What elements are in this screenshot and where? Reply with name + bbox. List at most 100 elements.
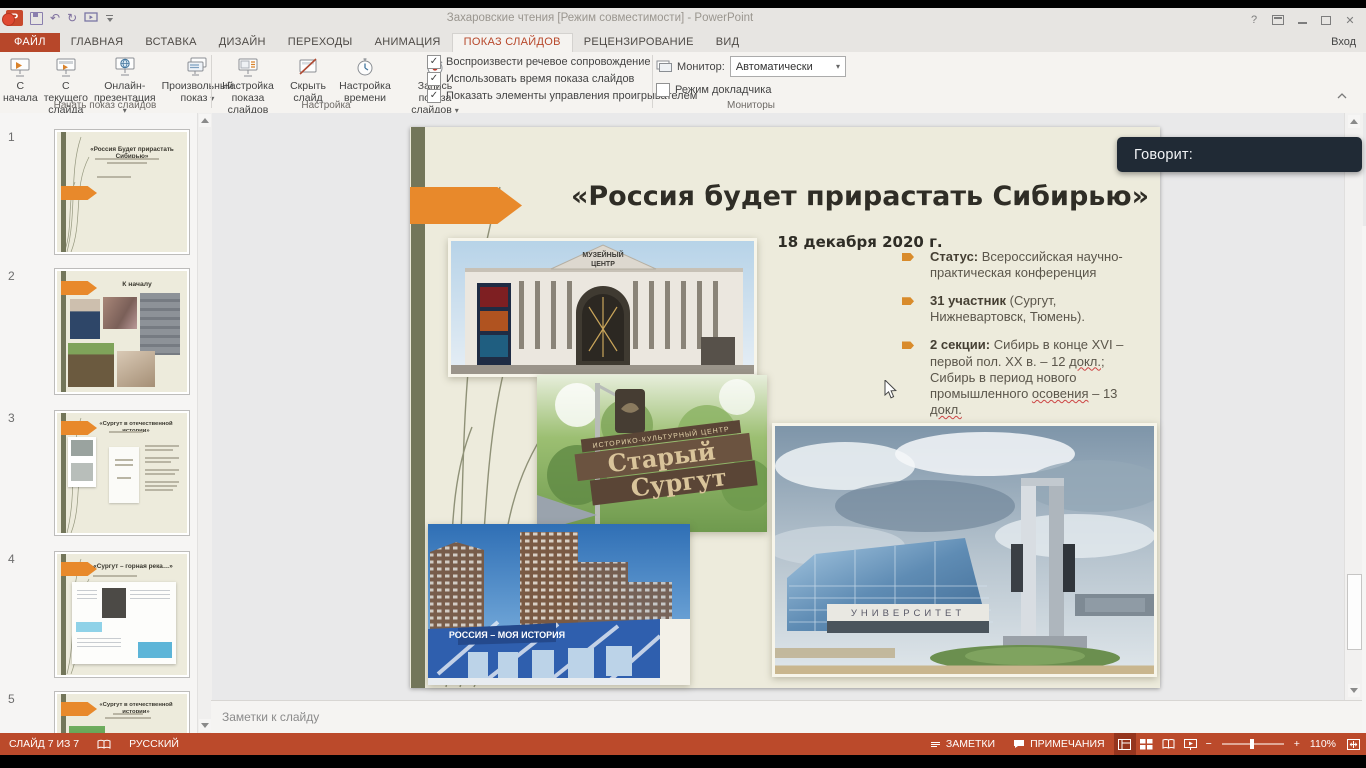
quick-access-toolbar: P ↶ ↻	[6, 10, 114, 26]
tab-design[interactable]: ДИЗАЙН	[208, 33, 277, 52]
slide-thumbnail-3[interactable]: «Сургут в отечественной истории»	[54, 410, 190, 536]
zoom-level[interactable]: 110%	[1304, 733, 1342, 755]
notes-toggle-button[interactable]: ЗАМЕТКИ	[921, 733, 1004, 755]
hide-slide-button[interactable]: Скрыть слайд	[283, 54, 333, 106]
thumbnail-number: 1	[8, 130, 15, 144]
screen-frame: P ↶ ↻ Захаровские чтения [Режим совмести…	[0, 0, 1366, 768]
tab-view[interactable]: ВИД	[705, 33, 751, 52]
tab-insert[interactable]: ВСТАВКА	[134, 33, 207, 52]
slide-thumbnail-1[interactable]: «Россия Будет прирастать Сибирью»	[54, 129, 190, 255]
vertical-scrollbar[interactable]	[1344, 113, 1363, 755]
tab-file[interactable]: ФАЙЛ	[0, 33, 60, 52]
thumbnail-photo	[117, 351, 155, 387]
from-beginning-button[interactable]: С начала	[0, 54, 41, 106]
slide-thumbnail-4[interactable]: «Сургут – горная река…»	[54, 551, 190, 678]
history-park-photo[interactable]: РОССИЯ – МОЯ ИСТОРИЯ	[428, 524, 690, 685]
svg-text:МУЗЕЙНЫЙ: МУЗЕЙНЫЙ	[582, 250, 623, 259]
slide-canvas[interactable]: «Россия будет прирастать Сибирью» 18 дек…	[410, 127, 1160, 688]
scroll-down-button[interactable]	[199, 719, 211, 732]
redo-icon[interactable]: ↻	[67, 12, 77, 24]
close-button[interactable]: ✕	[1338, 8, 1362, 32]
thumbnail-slide: «Россия Будет прирастать Сибирью»	[57, 132, 187, 252]
checkbox-label: Воспроизвести речевое сопровождение	[446, 56, 651, 68]
group-label: Начать показ слайдов	[0, 100, 210, 111]
restore-button[interactable]	[1314, 8, 1338, 32]
monitor-dropdown[interactable]: Автоматически ▾	[730, 56, 846, 77]
group-separator	[652, 55, 653, 108]
bullet-item[interactable]: 31 участник (Сургут, Нижневартовск, Тюме…	[902, 293, 1152, 325]
language-indicator[interactable]: РУССКИЙ	[120, 733, 188, 755]
thumbnail-photo	[109, 447, 139, 503]
save-icon[interactable]	[30, 12, 43, 25]
thumbnail-photo	[140, 293, 180, 355]
rehearse-timings-button[interactable]: Настройка времени	[333, 54, 397, 106]
slide-title[interactable]: «Россия будет прирастать Сибирью»	[570, 181, 1150, 212]
powerpoint-logo-icon[interactable]: P	[6, 10, 23, 26]
checkbox-presenter-mode[interactable]: Режим докладчика	[656, 83, 846, 97]
status-bar: СЛАЙД 7 ИЗ 7 РУССКИЙ ЗАМЕТКИ ПРИМЕЧАНИЯ	[0, 733, 1366, 755]
thumbnail-number: 5	[8, 692, 15, 706]
checkbox-label: Использовать время показа слайдов	[446, 73, 634, 85]
minimize-button[interactable]	[1290, 8, 1314, 32]
thumbnail-photo	[68, 343, 114, 387]
window-edge	[1362, 226, 1366, 768]
notes-panel[interactable]: Заметки к слайду	[211, 700, 1362, 734]
thumbnail-photo	[72, 582, 176, 664]
bullet-marker-icon	[902, 341, 914, 349]
checkbox-box: ✓	[427, 55, 441, 69]
mouse-cursor	[884, 380, 898, 400]
tab-review[interactable]: РЕЦЕНЗИРОВАНИЕ	[573, 33, 705, 52]
group-start-slideshow: С начала С текущего слайда Онлайн-презен…	[0, 52, 210, 112]
scrollbar-thumb[interactable]	[1347, 574, 1362, 650]
custom-show-icon	[185, 55, 209, 79]
scroll-down-button[interactable]	[1348, 684, 1360, 697]
notes-placeholder: Заметки к слайду	[222, 710, 319, 724]
thumbnail-slide: «Сургут – горная река…»	[57, 554, 187, 675]
play-from-start-icon	[8, 55, 32, 79]
spell-check-icon[interactable]	[88, 733, 120, 755]
old-surgut-sign-photo[interactable]: ИСТОРИКО-КУЛЬТУРНЫЙ ЦЕНТР Старый Сургут	[537, 375, 767, 532]
ribbon-display-options-button[interactable]	[1266, 8, 1290, 32]
slide-thumbnail-2[interactable]: К началу	[54, 268, 190, 395]
thumbnail-slide: «Сургут в отечественной истории»	[57, 413, 187, 533]
tab-slideshow[interactable]: ПОКАЗ СЛАЙДОВ	[452, 33, 573, 52]
sign-in-link[interactable]: Вход	[1331, 36, 1356, 48]
group-label: Настройка	[213, 100, 439, 111]
university-photo[interactable]: УНИВЕРСИТЕТ	[772, 423, 1157, 677]
comments-toggle-button[interactable]: ПРИМЕЧАНИЯ	[1004, 733, 1114, 755]
help-button[interactable]: ?	[1242, 8, 1266, 32]
fit-slide-to-window-button[interactable]	[1342, 733, 1364, 755]
monitor-icon	[656, 60, 672, 74]
slide-indicator: СЛАЙД 7 ИЗ 7	[0, 733, 88, 755]
group-label: Мониторы	[656, 100, 846, 111]
start-slideshow-icon[interactable]	[84, 12, 98, 24]
zoom-in-button[interactable]: +	[1290, 733, 1304, 755]
letterbox-bottom	[0, 755, 1366, 768]
recording-dot-icon	[2, 13, 15, 26]
tab-home[interactable]: ГЛАВНАЯ	[60, 33, 135, 52]
thumbnail-panel-scrollbar[interactable]	[197, 113, 212, 755]
scroll-up-button[interactable]	[1348, 115, 1360, 128]
bullet-item[interactable]: Статус: Всероссийская научно-практическа…	[902, 249, 1152, 281]
bullet-marker-icon	[902, 253, 914, 261]
reading-view-button[interactable]	[1158, 733, 1180, 755]
speaking-indicator-overlay: Говорит:	[1117, 137, 1362, 172]
normal-view-button[interactable]	[1114, 733, 1136, 755]
zoom-out-button[interactable]: −	[1202, 733, 1216, 755]
scroll-up-button[interactable]	[199, 114, 211, 127]
museum-center-photo[interactable]: МУЗЕЙНЫЙ ЦЕНТР	[448, 238, 757, 377]
slideshow-view-button[interactable]	[1180, 733, 1202, 755]
tab-transitions[interactable]: ПЕРЕХОДЫ	[277, 33, 364, 52]
customize-qat-icon[interactable]	[105, 14, 114, 23]
tab-animations[interactable]: АНИМАЦИЯ	[364, 33, 452, 52]
play-from-current-icon	[54, 55, 78, 79]
zoom-slider-thumb[interactable]	[1250, 739, 1254, 749]
bullet-item[interactable]: 2 секции: Сибирь в конце XVI – первой по…	[902, 337, 1152, 418]
zoom-slider[interactable]	[1222, 743, 1284, 745]
collapse-ribbon-button[interactable]	[1336, 92, 1348, 99]
ribbon-tab-row: ФАЙЛ ГЛАВНАЯ ВСТАВКА ДИЗАЙН ПЕРЕХОДЫ АНИ…	[0, 33, 1366, 52]
undo-icon[interactable]: ↶	[50, 12, 60, 24]
slide-sorter-view-button[interactable]	[1136, 733, 1158, 755]
svg-text:УНИВЕРСИТЕТ: УНИВЕРСИТЕТ	[851, 608, 965, 619]
online-presentation-icon	[113, 55, 137, 79]
